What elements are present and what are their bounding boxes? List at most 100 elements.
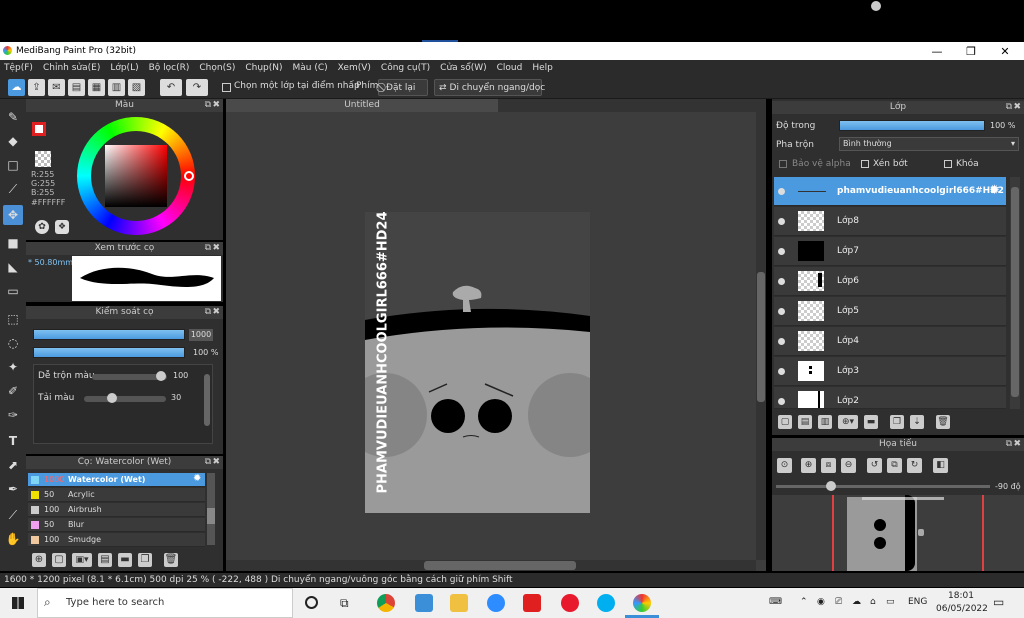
eye-icon[interactable] xyxy=(778,278,785,285)
opacity-slider[interactable] xyxy=(33,347,185,358)
menu-snap[interactable]: Chụp(N) xyxy=(245,63,282,73)
close-icon[interactable]: ✖ xyxy=(212,99,220,112)
minimize-button[interactable]: — xyxy=(920,42,954,60)
float-icon[interactable]: ⧉ xyxy=(1006,438,1012,451)
vertical-scroll-thumb[interactable] xyxy=(757,272,765,402)
float-icon[interactable]: ⧉ xyxy=(205,99,211,112)
grid-icon[interactable]: ▥ xyxy=(108,79,125,96)
chrome-icon[interactable] xyxy=(377,594,395,612)
hue-handle[interactable] xyxy=(184,171,194,181)
menu-color[interactable]: Màu (C) xyxy=(293,63,328,73)
gradient-tool-icon[interactable]: ▭ xyxy=(3,281,23,301)
line-tool-icon[interactable]: ⟋ xyxy=(3,179,23,199)
clock-date[interactable]: 06/05/2022 xyxy=(936,604,988,614)
menu-window[interactable]: Cửa sổ(W) xyxy=(440,63,486,73)
opera-icon[interactable] xyxy=(561,594,579,612)
new-8bit-layer-icon[interactable]: ▥ xyxy=(818,415,832,429)
select-layer-checkbox[interactable] xyxy=(222,83,231,92)
saturation-value-square[interactable] xyxy=(105,145,167,207)
transparent-swatch[interactable] xyxy=(35,151,51,167)
brush-control-scrollbar[interactable] xyxy=(204,374,210,426)
text-tool-icon[interactable]: T xyxy=(3,431,23,451)
brush-item[interactable]: 100 Smudge xyxy=(28,533,205,547)
layer-item[interactable]: Lớp4 xyxy=(774,327,1006,356)
network-icon[interactable]: ⌂ xyxy=(870,597,876,607)
navigator-preview[interactable] xyxy=(772,495,1024,571)
fit-window-icon[interactable]: ⧈ xyxy=(821,458,836,473)
eyedropper-icon[interactable]: ⟋ xyxy=(3,505,23,525)
merge-layer-icon[interactable]: ⇣ xyxy=(910,415,924,429)
reset-view-icon[interactable]: ⧉ xyxy=(887,458,902,473)
layers-scroll-thumb[interactable] xyxy=(1011,187,1019,397)
skype-icon[interactable] xyxy=(597,594,615,612)
camera-icon[interactable]: ⎚ xyxy=(835,597,842,607)
layout-icon[interactable]: ▧ xyxy=(128,79,145,96)
file-explorer-icon[interactable] xyxy=(450,594,468,612)
files-icon[interactable] xyxy=(415,594,433,612)
menu-view[interactable]: Xem(V) xyxy=(338,63,371,73)
horizontal-scroll-thumb[interactable] xyxy=(424,561,576,570)
brush-menu-icon[interactable]: ▣▾ xyxy=(72,553,92,567)
layer-item[interactable]: Lớp5 xyxy=(774,297,1006,326)
load-handle[interactable] xyxy=(107,393,117,403)
windows-start-icon[interactable] xyxy=(12,597,24,609)
keyboard-icon[interactable]: ⌨ xyxy=(769,597,782,607)
layer-item[interactable]: Lớp3 xyxy=(774,357,1006,386)
chevron-up-icon[interactable]: ⌃ xyxy=(800,597,808,607)
rotate-left-icon[interactable]: ↺ xyxy=(867,458,882,473)
protect-alpha-checkbox[interactable] xyxy=(779,160,787,168)
close-icon[interactable]: ✖ xyxy=(212,456,220,469)
layer-opacity-slider[interactable] xyxy=(839,120,985,131)
canvas-page[interactable]: PHAMVUDIEUANHCOOLGIRL666#HD247 xyxy=(365,212,590,513)
layer-item[interactable]: Lớp6 xyxy=(774,267,1006,296)
new-brush-icon[interactable]: ▢ xyxy=(52,553,66,567)
size-slider[interactable] xyxy=(33,329,185,340)
menu-help[interactable]: Help xyxy=(532,63,553,73)
eye-icon[interactable] xyxy=(778,398,785,405)
close-icon[interactable]: ✖ xyxy=(1013,438,1021,451)
layer-item[interactable]: Lớp8 xyxy=(774,207,1006,236)
lasso-tool-icon[interactable]: ◌ xyxy=(3,333,23,353)
brush-item[interactable]: 1000 Watercolor (Wet) ✹ xyxy=(28,473,205,487)
cortana-icon[interactable] xyxy=(305,596,318,609)
new-layer-icon[interactable]: ▢ xyxy=(778,415,792,429)
menu-tools[interactable]: Công cụ(T) xyxy=(381,63,430,73)
lock-checkbox[interactable] xyxy=(944,160,952,168)
select-tool-icon[interactable]: ⬚ xyxy=(3,309,23,329)
primary-color-swatch[interactable] xyxy=(32,122,46,136)
clock-time[interactable]: 18:01 xyxy=(948,591,974,601)
eye-icon[interactable] xyxy=(778,218,785,225)
layer-item[interactable]: Lớp2 xyxy=(774,387,1006,409)
menu-cloud[interactable]: Cloud xyxy=(497,63,523,73)
hand-tool-icon[interactable]: ✋ xyxy=(3,529,23,549)
brush-item[interactable]: 100 Airbrush xyxy=(28,503,205,517)
select-eraser-icon[interactable]: ✑ xyxy=(3,405,23,425)
eye-icon[interactable] xyxy=(778,308,785,315)
float-icon[interactable]: ⧉ xyxy=(205,242,211,255)
rect-tool-icon[interactable]: ■ xyxy=(3,233,23,253)
comment-icon[interactable]: ✉ xyxy=(48,79,65,96)
zoom-in-icon[interactable]: ⊕ xyxy=(801,458,816,473)
flip-icon[interactable]: ◧ xyxy=(933,458,948,473)
float-icon[interactable]: ⧉ xyxy=(1006,101,1012,114)
layer-settings-icon[interactable]: ✹ xyxy=(989,183,1000,198)
zoom-out-icon[interactable]: ⊖ xyxy=(841,458,856,473)
taskbar-search-box[interactable]: ⌕ Type here to search xyxy=(37,588,293,618)
brush-edit-icon[interactable]: ▤ xyxy=(98,553,112,567)
eraser-tool-icon[interactable]: ◆ xyxy=(3,131,23,151)
menu-select[interactable]: Chọn(S) xyxy=(199,63,235,73)
cloud-tray-icon[interactable]: ☁ xyxy=(852,597,861,607)
eye-icon[interactable] xyxy=(778,338,785,345)
folder-icon[interactable]: ▬ xyxy=(864,415,878,429)
palette-icon[interactable]: ✿ xyxy=(35,220,49,234)
close-icon[interactable]: ✖ xyxy=(212,242,220,255)
brush-item[interactable]: 50 Acrylic xyxy=(28,488,205,502)
blend-mode-select[interactable]: Bình thường ▾ xyxy=(839,137,1019,151)
page-icon[interactable]: ▦ xyxy=(88,79,105,96)
share-icon[interactable]: ⇪ xyxy=(28,79,45,96)
rotation-track[interactable] xyxy=(776,485,990,488)
redo-icon[interactable]: ↷ xyxy=(186,79,208,96)
size-value[interactable]: 1000 xyxy=(189,329,213,341)
menu-edit[interactable]: Chỉnh sửa(E) xyxy=(43,63,100,73)
cloud-icon[interactable]: ☁ xyxy=(8,79,25,96)
